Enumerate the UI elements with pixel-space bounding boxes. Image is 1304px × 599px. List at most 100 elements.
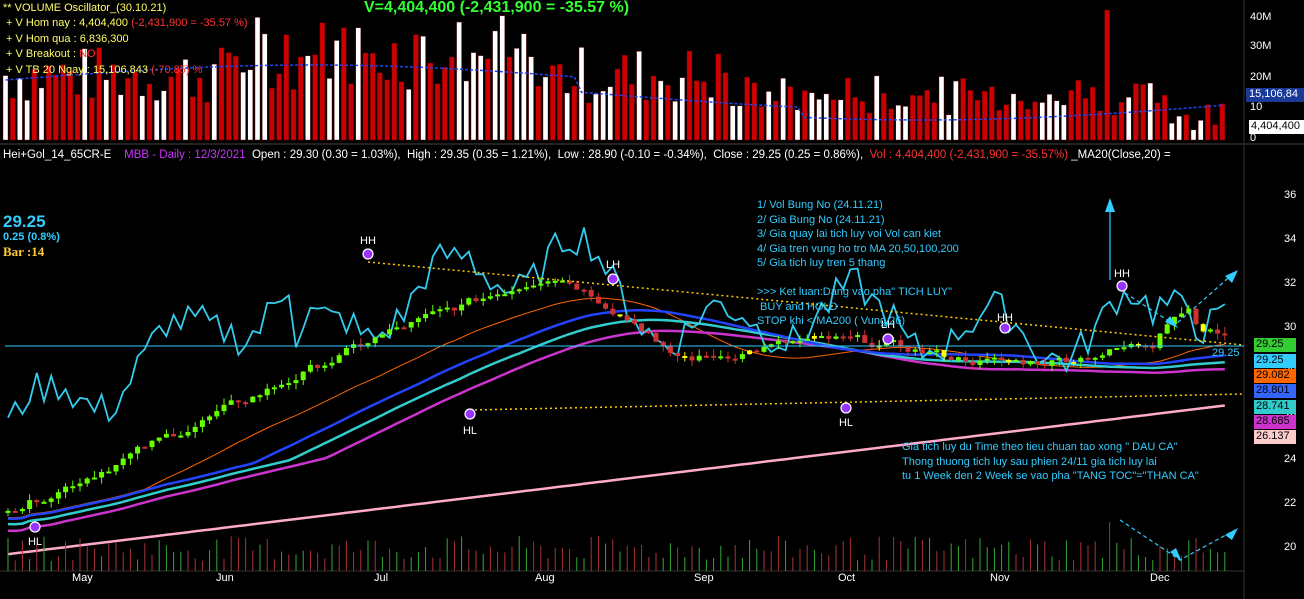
candle-body xyxy=(27,500,33,509)
volume-bar xyxy=(859,101,865,141)
volume-bar xyxy=(521,33,527,141)
volume-bar xyxy=(1061,104,1067,141)
candle-body xyxy=(523,287,529,290)
vol-value: Vol : 4,404,400 (-2,431,900 = -35.57%) xyxy=(869,149,1069,161)
candle-body xyxy=(732,358,738,361)
candle-body xyxy=(711,355,717,358)
conclusion-note-line: Thong thuong tich luy sau phien 24/11 gi… xyxy=(902,455,1157,468)
volume-bar xyxy=(571,85,577,141)
candle-body xyxy=(797,340,803,343)
volume-bar xyxy=(535,85,541,141)
volume-bar xyxy=(722,72,729,141)
volume-info-lines: + V Hom nay : 4,404,400 (-2,431,900 = -3… xyxy=(6,16,248,78)
price-axis-tick: 34 xyxy=(1284,233,1297,245)
volume-last-label: 4,404,400 xyxy=(1249,120,1304,134)
volume-title: ** VOLUME Oscillator_(30.10.21) xyxy=(3,2,167,14)
volume-ma-label: 15,106,84 xyxy=(1246,88,1304,102)
volume-bar xyxy=(902,106,909,141)
volume-bar xyxy=(463,80,469,141)
candle-body xyxy=(595,296,601,304)
volume-bar xyxy=(643,99,649,141)
candle-body xyxy=(99,472,105,478)
candle-body xyxy=(977,360,983,365)
volume-bar xyxy=(1010,93,1017,141)
candle-body xyxy=(912,349,918,352)
analysis-note-line: STOP khi < MA200 ( Vung 26) xyxy=(757,315,906,327)
price-axis-tick: 30 xyxy=(1284,321,1297,333)
high-value: High : 29.35 (0.35 = 1.21%), xyxy=(407,149,552,161)
analysis-note-line: 2/ Gia Bung No (24.11.21) xyxy=(757,213,885,226)
conclusion-notes: Gia tich luy du Time theo tieu chuan tao… xyxy=(902,440,1199,484)
candle-body xyxy=(581,289,587,292)
candle-body xyxy=(5,510,11,513)
volume-bar xyxy=(312,54,318,141)
volume-bar xyxy=(1089,87,1096,141)
volume-bar xyxy=(31,69,37,141)
candle-body xyxy=(365,343,371,346)
volume-bar xyxy=(694,80,700,141)
volume-bar xyxy=(924,90,930,141)
volume-bar xyxy=(895,105,901,141)
candle-body xyxy=(70,486,76,489)
candle-body xyxy=(1164,324,1170,334)
candle-body xyxy=(725,356,731,359)
date-axis-tick: Oct xyxy=(838,572,856,584)
candle-body xyxy=(127,453,133,459)
volume-bar xyxy=(132,71,138,141)
date-axis-tick: Jul xyxy=(374,572,389,584)
volume-bar xyxy=(658,80,664,141)
candle-body xyxy=(999,357,1005,360)
volume-bar xyxy=(391,42,397,141)
volume-bar xyxy=(629,84,635,141)
candle-body xyxy=(991,357,997,360)
volume-bar xyxy=(38,87,45,141)
pivot-label: HL xyxy=(463,425,477,437)
analysis-notes: 1/ Vol Bung No (24.11.21) 2/ Gia Bung No … xyxy=(757,198,959,329)
candle-body xyxy=(739,354,745,359)
open-value: Open : 29.30 (0.30 = 1.03%), xyxy=(251,149,401,161)
date-axis-tick: Jun xyxy=(216,572,234,584)
volume-bar xyxy=(506,56,513,141)
volume-bar xyxy=(398,81,405,141)
volume-bar xyxy=(117,94,124,141)
volume-bar xyxy=(53,74,59,141)
candle-body xyxy=(718,356,724,359)
candle-body xyxy=(703,355,709,358)
candle-body xyxy=(1222,333,1228,336)
candle-body xyxy=(840,336,846,339)
volume-bar xyxy=(838,99,844,141)
volume-bar xyxy=(938,76,945,141)
candle-body xyxy=(394,327,400,330)
volume-bar xyxy=(197,77,203,141)
volume-bar xyxy=(960,78,966,141)
volume-info-value: 6,836,300 xyxy=(79,32,129,45)
price-line-label: 29.25 xyxy=(1212,347,1240,359)
candle-body xyxy=(689,356,695,361)
volume-bar xyxy=(442,66,448,141)
pivot-marker xyxy=(362,248,374,260)
candle-body xyxy=(1207,329,1213,332)
volume-bar xyxy=(348,83,354,141)
candle-body xyxy=(1056,357,1062,361)
candle-body xyxy=(696,355,702,361)
candle-body xyxy=(1078,357,1084,362)
candle-body xyxy=(250,396,256,403)
volume-bar xyxy=(766,91,772,141)
volume-bar xyxy=(816,99,822,141)
candle-body xyxy=(574,283,580,290)
volume-info-value: 15,106,843 xyxy=(92,63,152,76)
price-change: 0.25 (0.8%) xyxy=(3,231,60,243)
volume-bar xyxy=(874,75,880,141)
candle-body xyxy=(1063,357,1069,362)
candle-body xyxy=(631,320,637,324)
volume-info-line: + V TB 20 Ngay : 15,106,843 (-70.85) % xyxy=(6,63,248,79)
candle-body xyxy=(1114,348,1120,351)
volume-bar xyxy=(953,80,959,141)
candle-body xyxy=(552,280,558,283)
volume-bar xyxy=(1118,102,1125,141)
analysis-note-line: BUY and HOLD xyxy=(757,300,838,313)
volume-bar xyxy=(168,76,174,141)
volume-bar xyxy=(996,109,1002,141)
volume-bar xyxy=(744,76,750,141)
candle-body xyxy=(84,478,90,484)
